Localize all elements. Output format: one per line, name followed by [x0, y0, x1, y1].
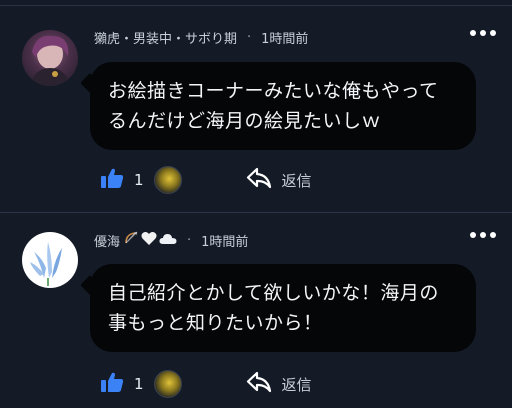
thumbs-up-icon [100, 371, 124, 397]
cloud-icon [159, 232, 177, 249]
comment-text-line: お絵描きコーナーみたいな俺もやって [108, 80, 439, 102]
reply-label: 返信 [281, 375, 312, 394]
reactor-avatar[interactable] [153, 166, 182, 194]
avatar[interactable] [22, 30, 78, 86]
author-name[interactable]: 獺虎・男装中・サボり期 [94, 28, 237, 47]
separator-dot: · [247, 30, 252, 45]
comment-text-line: 自己紹介とかして欲しいかな！海月の [108, 282, 439, 304]
comment-meta: 獺虎・男装中・サボり期 · 1時間前 [94, 28, 308, 47]
like-button[interactable]: 1 [100, 371, 144, 397]
reply-label: 返信 [281, 171, 312, 190]
timestamp: 1時間前 [201, 234, 249, 250]
author-name[interactable]: 優海 [94, 231, 120, 250]
comment-text-line: るんだけど海月の絵見たいしｗ [108, 110, 382, 132]
white-heart-icon [141, 231, 157, 250]
comment-meta: 優海 · 1時間前 [94, 230, 248, 250]
like-button[interactable]: 1 [100, 167, 144, 193]
more-icon[interactable] [470, 30, 496, 36]
reply-button[interactable]: 返信 [246, 371, 312, 397]
reply-arrow-icon [246, 167, 272, 193]
thumbs-up-icon [100, 167, 124, 193]
bow-and-arrow-icon [123, 230, 139, 250]
like-count: 1 [134, 375, 144, 393]
comment-text-line: 事もっと知りたいから！ [108, 312, 323, 334]
like-count: 1 [134, 171, 144, 189]
reactor-avatar[interactable] [153, 370, 182, 398]
reply-button[interactable]: 返信 [246, 167, 312, 193]
timestamp: 1時間前 [261, 32, 309, 47]
comment-feed: 獺虎・男装中・サボり期 · 1時間前 お絵描きコーナーみたいな俺もやって るんだ… [0, 0, 512, 408]
reply-arrow-icon [246, 371, 272, 397]
author-emoji [123, 230, 177, 250]
separator-dot: · [187, 232, 192, 248]
comment-actions: 1 返信 [100, 370, 312, 398]
top-divider [0, 5, 512, 6]
comment-actions: 1 返信 [100, 166, 312, 194]
comment-bubble: 自己紹介とかして欲しいかな！海月の 事もっと知りたいから！ [90, 264, 476, 352]
avatar[interactable] [22, 232, 78, 288]
more-icon[interactable] [470, 232, 496, 238]
comment-bubble: お絵描きコーナーみたいな俺もやって るんだけど海月の絵見たいしｗ [90, 62, 476, 150]
comment-divider [0, 212, 512, 213]
